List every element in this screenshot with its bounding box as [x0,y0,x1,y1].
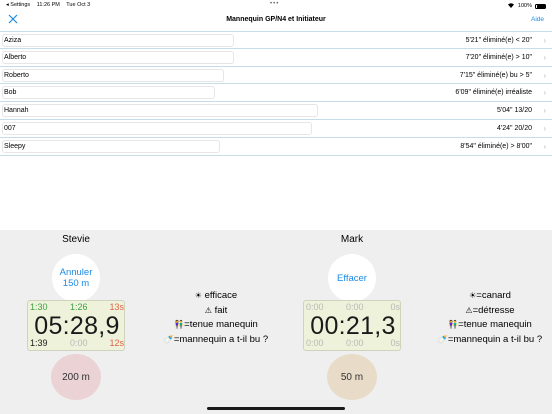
participant-name: Bob [4,89,17,97]
participant-result: 4'24" 20/20 [497,124,532,132]
warning-icon: ⚠ [465,305,473,315]
stopwatch-bottom-row: 0:00 0:00 0s [306,338,400,349]
right-distance-button[interactable]: 50 m [327,354,377,400]
participant-result: 6'09" éliminé(e) irréaliste [455,89,532,97]
back-to-app-link[interactable]: ◂ Settings [6,2,30,8]
stopwatch-bottom-row: 1:39 0:00 12s [30,338,124,349]
legend-canard[interactable]: ☀=canard [428,289,552,304]
participant-result: 5'04" 13/20 [497,107,532,115]
list-item[interactable]: Aziza 5'21" éliminé(e) < 20" › [0,31,552,49]
status-time: 11:26 PM [36,2,60,8]
cancel-button-distance: 150 m [62,278,90,289]
participant-name: Alberto [4,53,27,61]
battery-percent: 100% [517,3,532,9]
legend-detresse[interactable]: ⚠=détresse [428,304,552,319]
participant-name: Hannah [4,107,29,115]
list-item[interactable]: Sleepy 8'54" éliminé(e) > 8'00" › [0,138,552,156]
wifi-icon [507,2,515,10]
list-item[interactable]: Roberto 7'15" éliminé(e) bu > 5" › [0,67,552,85]
result-bar [2,50,234,64]
split-seconds: 12s [109,338,124,348]
legend-fait[interactable]: ⚠ fait [157,304,275,319]
list-item[interactable]: 007 4'24" 20/20 › [0,120,552,138]
stopwatch-main-time: 05:28,9 [34,312,120,340]
people-icon: 👫 [448,320,459,329]
page-title: Mannequin GP/N4 et Initiateur [226,16,326,23]
chevron-right-icon: › [543,88,546,98]
bottle-icon: 🍼 [163,334,174,344]
stopwatch-main-time: 00:21,3 [310,312,396,340]
home-indicator[interactable] [207,407,345,410]
cancel-button[interactable]: Annuler 150 m [52,254,100,302]
split-seconds: 0s [390,338,400,348]
participant-result: 7'20" éliminé(e) > 10" [465,53,532,61]
status-right: 100% [507,2,546,10]
help-button[interactable]: Aide [531,16,544,23]
results-list: Aziza 5'21" éliminé(e) < 20" › Alberto 7… [0,31,552,156]
list-item[interactable]: Hannah 5'04" 13/20 › [0,102,552,120]
distance-label: 200 m [62,371,90,383]
participant-name: Roberto [4,71,29,79]
participant-name: 007 [4,124,16,132]
chevron-right-icon: › [543,52,546,62]
participant-result: 7'15" éliminé(e) bu > 5" [459,71,532,79]
chevron-right-icon: › [543,123,546,133]
right-legend: ☀=canard ⚠=détresse 👫=tenue manequin 🍼=m… [428,289,552,347]
sun-icon: ☀ [194,291,202,300]
chevron-right-icon: › [543,70,546,80]
result-bar [2,34,234,47]
left-distance-button[interactable]: 200 m [51,354,101,400]
distance-label: 50 m [340,371,364,383]
left-player-name: Stevie [62,234,90,245]
left-legend: ☀ efficace ⚠ fait 👫=tenue manequin 🍼=man… [157,289,275,347]
navigation-bar: Mannequin GP/N4 et Initiateur Aide [0,10,552,31]
status-date: Tue Oct 3 [66,2,91,8]
result-bar [2,68,224,82]
battery-icon [535,3,546,9]
left-stopwatch[interactable]: 1:30 1:26 13s 05:28,9 1:39 0:00 12s [27,300,125,351]
legend-tenue[interactable]: 👫=tenue manequin [428,318,552,333]
legend-efficace[interactable]: ☀ efficace [157,289,275,304]
split-time: 0:00 [306,338,324,348]
split-time: 0:00 [346,338,364,348]
people-icon: 👫 [174,320,185,329]
result-bar [2,121,312,135]
cancel-button-label: Annuler [59,267,93,278]
clear-button-label: Effacer [337,272,367,284]
chevron-right-icon: › [543,36,546,45]
list-item[interactable]: Alberto 7'20" éliminé(e) > 10" › [0,49,552,67]
legend-bu[interactable]: 🍼=mannequin a t-il bu ? [428,333,552,348]
split-time: 1:39 [30,338,48,348]
timer-panel: Stevie Annuler 150 m 1:30 1:26 13s 05:28… [0,230,552,414]
result-bar [2,139,220,153]
chevron-right-icon: › [543,106,546,116]
split-time: 0:00 [70,338,88,348]
warning-icon: ⚠ [204,305,212,315]
participant-result: 5'21" éliminé(e) < 20" [465,37,532,44]
bottle-icon: 🍼 [437,334,448,344]
participant-name: Aziza [4,37,22,44]
list-item[interactable]: Bob 6'09" éliminé(e) irréaliste › [0,84,552,103]
chevron-right-icon: › [543,141,546,151]
status-bar: ◂ Settings 11:26 PM Tue Oct 3 ••• 100% [0,0,552,10]
result-bar [2,86,215,100]
legend-bu[interactable]: 🍼=mannequin a t-il bu ? [157,333,275,348]
participant-result: 8'54" éliminé(e) > 8'00" [460,142,532,150]
result-bar [2,104,318,118]
clear-button[interactable]: Effacer [328,254,376,302]
status-left: ◂ Settings 11:26 PM Tue Oct 3 [6,2,95,8]
multitask-dots-icon[interactable]: ••• [270,1,279,7]
participant-name: Sleepy [4,142,26,150]
right-stopwatch[interactable]: 0:00 0:00 0s 00:21,3 0:00 0:00 0s [303,300,401,351]
right-player-name: Mark [340,234,364,245]
legend-tenue[interactable]: 👫=tenue manequin [157,318,275,333]
